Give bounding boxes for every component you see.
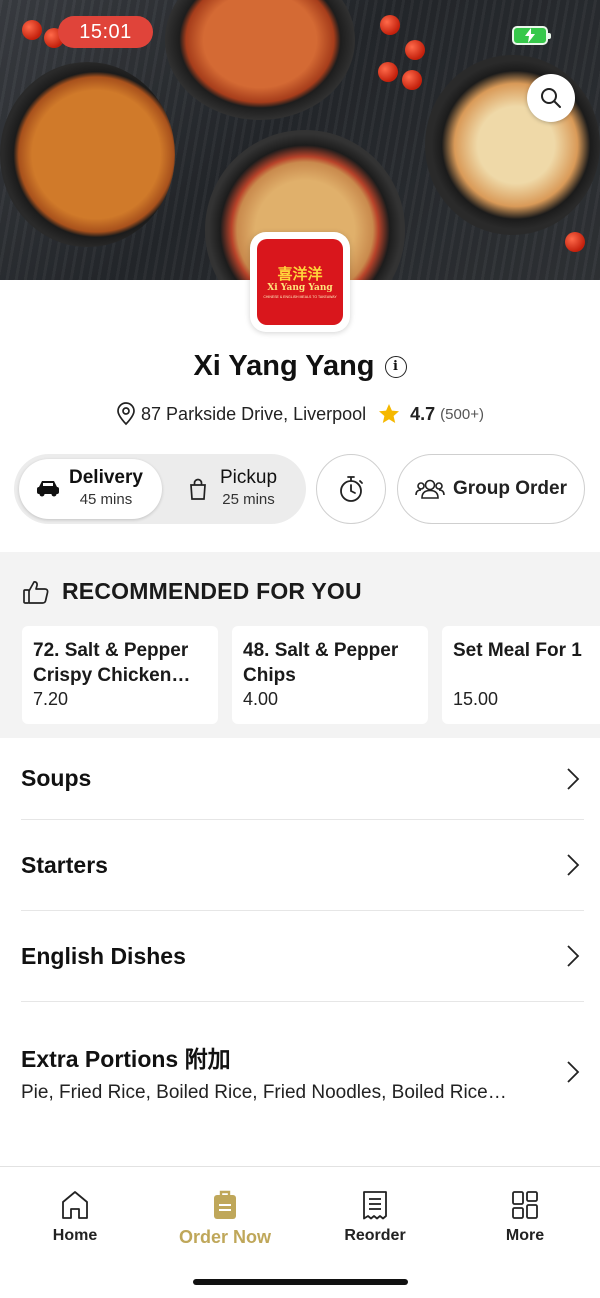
category-title: Extra Portions 附加 <box>21 1046 231 1072</box>
category-description: Pie, Fried Rice, Boiled Rice, Fried Nood… <box>21 1082 507 1103</box>
tomato-decoration <box>380 15 400 35</box>
info-icon[interactable]: i <box>384 355 407 378</box>
car-icon <box>37 481 59 497</box>
receipt-icon <box>363 1191 387 1220</box>
recommended-title: RECOMMENDED FOR YOU <box>62 578 362 604</box>
chevron-right-icon <box>567 1061 580 1083</box>
recommended-item-card[interactable]: 48. Salt & Pepper Chips 4.00 <box>232 626 428 724</box>
search-button[interactable] <box>527 74 575 122</box>
stopwatch-icon <box>340 476 363 502</box>
tomato-decoration <box>402 70 422 90</box>
order-mode-toggle: Delivery 45 mins Pickup 25 mins <box>14 454 306 524</box>
delivery-label: Delivery <box>69 467 143 488</box>
restaurant-logo: 喜洋洋 Xi Yang Yang CHINESE & ENGLISH MEALS… <box>250 232 350 332</box>
star-icon <box>379 404 400 423</box>
battery-icon <box>512 26 551 45</box>
tomato-decoration <box>565 232 585 252</box>
home-icon <box>62 1191 88 1219</box>
category-starters[interactable]: Starters <box>21 820 584 911</box>
prawn-dish-image <box>165 0 355 120</box>
recommended-item-name: 72. Salt & Pepper Crispy Chicken… <box>33 640 191 686</box>
recommended-item-price: 15.00 <box>453 689 499 709</box>
address-row: 87 Parkside Drive, Liverpool 4.7 (500+) <box>0 402 600 426</box>
nav-more[interactable]: More <box>450 1189 600 1245</box>
chevron-right-icon <box>567 945 580 967</box>
category-soups[interactable]: Soups <box>21 738 584 820</box>
category-title: Soups <box>21 765 92 791</box>
grid-icon <box>512 1191 538 1219</box>
category-english-dishes[interactable]: English Dishes <box>21 911 584 1002</box>
pickup-label: Pickup <box>220 467 278 488</box>
recommended-heading: RECOMMENDED FOR YOU <box>22 578 362 605</box>
rating-value: 4.7 <box>410 403 436 424</box>
category-title: English Dishes <box>21 942 186 969</box>
nav-order-now-label: Order Now <box>178 1227 271 1247</box>
recommended-item-card[interactable]: Set Meal For 1 15.00 <box>442 626 600 724</box>
logo-english-text: Xi Yang Yang <box>267 282 333 293</box>
search-icon <box>541 88 561 108</box>
group-order-label: Group Order <box>452 478 567 499</box>
recommended-item-price: 4.00 <box>243 689 279 709</box>
nav-reorder-label: Reorder <box>344 1227 406 1244</box>
restaurant-header: Xi Yang Yang i <box>0 350 600 383</box>
recommended-item-price: 7.20 <box>33 689 69 709</box>
review-count: (500+) <box>440 405 484 423</box>
curry-dish-image <box>0 62 175 247</box>
location-pin-icon <box>117 402 135 426</box>
nav-order-now[interactable]: Order Now <box>150 1189 300 1248</box>
recommended-item-card[interactable]: 72. Salt & Pepper Crispy Chicken… 7.20 <box>22 626 218 724</box>
recommended-item-name: 48. Salt & Pepper Chips <box>243 640 399 686</box>
group-people-icon <box>415 479 445 499</box>
category-title: Starters <box>21 851 108 878</box>
rice-dish-image <box>425 55 600 235</box>
restaurant-address: 87 Parkside Drive, Liverpool <box>141 403 367 424</box>
nav-reorder[interactable]: Reorder <box>300 1189 450 1245</box>
pickup-time: 25 mins <box>222 491 275 508</box>
shopping-bag-icon <box>190 478 206 500</box>
group-order-button[interactable]: Group Order <box>397 454 585 524</box>
schedule-button[interactable] <box>316 454 386 524</box>
delivery-time: 45 mins <box>79 491 133 508</box>
category-extra-portions[interactable]: Extra Portions 附加 Pie, Fried Rice, Boile… <box>21 1002 584 1138</box>
home-indicator <box>193 1279 408 1285</box>
recommended-section: RECOMMENDED FOR YOU 72. Salt & Pepper Cr… <box>0 552 600 738</box>
logo-tagline: CHINESE & ENGLISH MEALS TO TAKEAWAY <box>263 294 337 299</box>
tomato-decoration <box>378 62 398 82</box>
chevron-right-icon <box>567 767 580 790</box>
nav-more-label: More <box>505 1227 545 1244</box>
recommended-item-name: Set Meal For 1 <box>453 640 582 661</box>
nav-home-label: Home <box>52 1227 98 1244</box>
chevron-right-icon <box>567 854 580 876</box>
status-time: 15:01 <box>58 16 153 48</box>
thumbs-up-icon <box>23 580 49 604</box>
nav-home[interactable]: Home <box>0 1189 150 1245</box>
logo-chinese-text: 喜洋洋 <box>277 264 323 283</box>
tomato-decoration <box>405 40 425 60</box>
delivery-option[interactable]: Delivery 45 mins <box>19 459 162 519</box>
tomato-decoration <box>22 20 42 40</box>
restaurant-name: Xi Yang Yang <box>193 350 375 382</box>
pickup-option[interactable]: Pickup 25 mins <box>174 459 301 519</box>
order-bag-icon <box>214 1190 236 1219</box>
